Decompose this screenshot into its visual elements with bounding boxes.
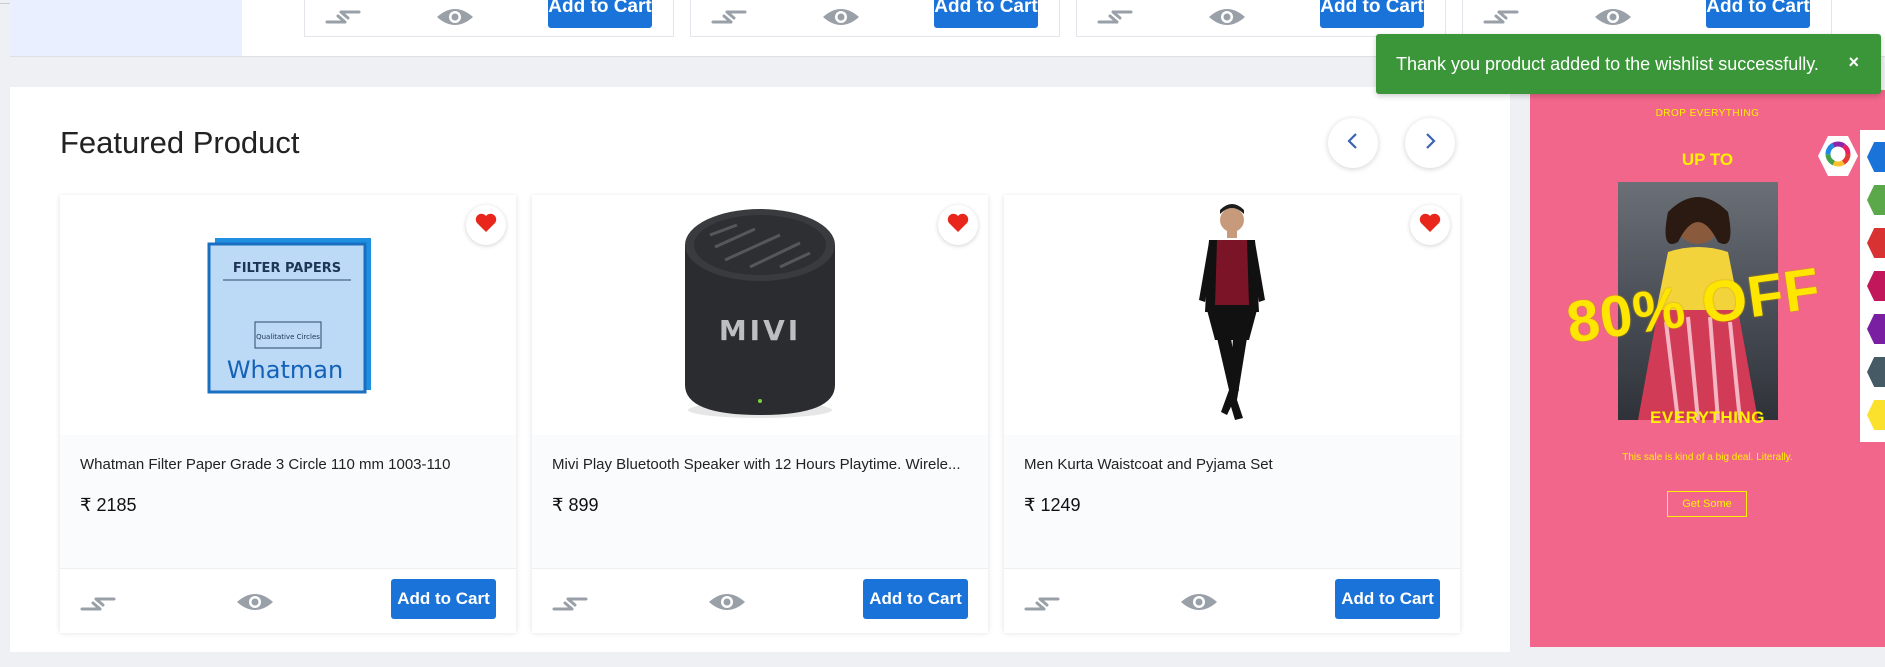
add-to-cart-button[interactable]: Add to Cart — [934, 0, 1038, 28]
product-card[interactable]: Men Kurta Waistcoat and Pyjama Set ₹ 124… — [1004, 195, 1460, 633]
top-product-footer: Add to Cart — [690, 0, 1060, 37]
wishlist-button[interactable] — [938, 205, 978, 245]
compare-icon[interactable] — [709, 4, 749, 35]
theme-swatch-list — [1860, 130, 1885, 442]
product-price: ₹ 1249 — [1024, 495, 1081, 515]
product-info: Whatman Filter Paper Grade 3 Circle 110 … — [60, 435, 516, 568]
section-title: Featured Product — [60, 125, 300, 160]
speaker-brand: MIVI — [719, 314, 801, 347]
product-name[interactable]: Men Kurta Waistcoat and Pyjama Set — [1024, 456, 1444, 473]
promo-tagline: This sale is kind of a big deal. Literal… — [1622, 452, 1793, 463]
carousel-prev-button[interactable] — [1328, 118, 1378, 168]
quick-view-icon[interactable] — [821, 4, 861, 35]
quick-view-icon[interactable] — [1179, 589, 1219, 620]
wishlist-button[interactable] — [1410, 205, 1450, 245]
product-actions: Add to Cart — [532, 568, 988, 633]
swatch-pink[interactable] — [1867, 271, 1885, 301]
quick-view-icon[interactable] — [235, 589, 275, 620]
toast-message: Thank you product added to the wishlist … — [1396, 54, 1819, 74]
chevron-left-icon — [1346, 132, 1360, 155]
product-image[interactable] — [1004, 195, 1460, 435]
quick-view-icon[interactable] — [1593, 4, 1633, 35]
add-to-cart-button[interactable]: Add to Cart — [548, 0, 652, 28]
promo-everything: EVERYTHING — [1650, 408, 1765, 427]
compare-icon[interactable] — [1481, 4, 1521, 35]
add-to-cart-button[interactable]: Add to Cart — [391, 579, 496, 619]
heart-icon — [475, 213, 497, 238]
swatch-purple[interactable] — [1867, 314, 1885, 344]
chevron-right-icon — [1423, 132, 1437, 155]
product-actions: Add to Cart — [60, 568, 516, 633]
quick-view-icon[interactable] — [1207, 4, 1247, 35]
product-card[interactable]: MIVI Mivi Play Bluetooth Speaker with 12… — [532, 195, 988, 633]
add-to-cart-button[interactable]: Add to Cart — [1706, 0, 1810, 28]
compare-icon[interactable] — [323, 4, 363, 35]
swatch-yellow[interactable] — [1867, 400, 1885, 430]
product-name[interactable]: Whatman Filter Paper Grade 3 Circle 110 … — [80, 456, 500, 473]
product-price: ₹ 2185 — [80, 495, 137, 515]
product-image[interactable]: MIVI — [532, 195, 988, 435]
swatch-green[interactable] — [1867, 185, 1885, 215]
top-product-footer: Add to Cart — [1462, 0, 1832, 37]
compare-icon[interactable] — [550, 591, 590, 622]
color-wheel-icon — [1825, 141, 1851, 172]
product-price: ₹ 899 — [552, 495, 599, 515]
add-to-cart-button[interactable]: Add to Cart — [863, 579, 968, 619]
top-product-footer: Add to Cart — [1076, 0, 1446, 37]
heart-icon — [1419, 213, 1441, 238]
box-brand: Whatman — [227, 356, 343, 384]
product-name[interactable]: Mivi Play Bluetooth Speaker with 12 Hour… — [552, 456, 972, 473]
heart-icon — [947, 213, 969, 238]
quick-view-icon[interactable] — [707, 589, 747, 620]
add-to-cart-button[interactable]: Add to Cart — [1335, 579, 1440, 619]
swatch-blue[interactable] — [1867, 142, 1885, 172]
close-icon[interactable]: × — [1848, 52, 1859, 73]
sidebar-panel — [10, 0, 242, 56]
promo-cta-button[interactable]: Get Some — [1667, 491, 1747, 517]
box-label: FILTER PAPERS — [233, 261, 341, 276]
wishlist-toast: Thank you product added to the wishlist … — [1376, 34, 1881, 94]
quick-view-icon[interactable] — [435, 4, 475, 35]
promo-kicker: DROP EVERYTHING — [1655, 108, 1760, 119]
compare-icon[interactable] — [78, 591, 118, 622]
wishlist-button[interactable] — [466, 205, 506, 245]
product-card[interactable]: FILTER PAPERS Qualitative Circles Whatma… — [60, 195, 516, 633]
add-to-cart-button[interactable]: Add to Cart — [1320, 0, 1424, 28]
product-image[interactable]: FILTER PAPERS Qualitative Circles Whatma… — [60, 195, 516, 435]
compare-icon[interactable] — [1022, 591, 1062, 622]
product-info: Mivi Play Bluetooth Speaker with 12 Hour… — [532, 435, 988, 568]
top-product-footer: Add to Cart — [304, 0, 674, 37]
box-sublabel: Qualitative Circles — [256, 333, 320, 341]
carousel-next-button[interactable] — [1405, 118, 1455, 168]
swatch-red[interactable] — [1867, 228, 1885, 258]
swatch-slate[interactable] — [1867, 357, 1885, 387]
compare-icon[interactable] — [1095, 4, 1135, 35]
product-actions: Add to Cart — [1004, 568, 1460, 633]
featured-product-section: Featured Product FILTER PAPERS Qualitati… — [10, 87, 1510, 652]
product-info: Men Kurta Waistcoat and Pyjama Set ₹ 124… — [1004, 435, 1460, 568]
